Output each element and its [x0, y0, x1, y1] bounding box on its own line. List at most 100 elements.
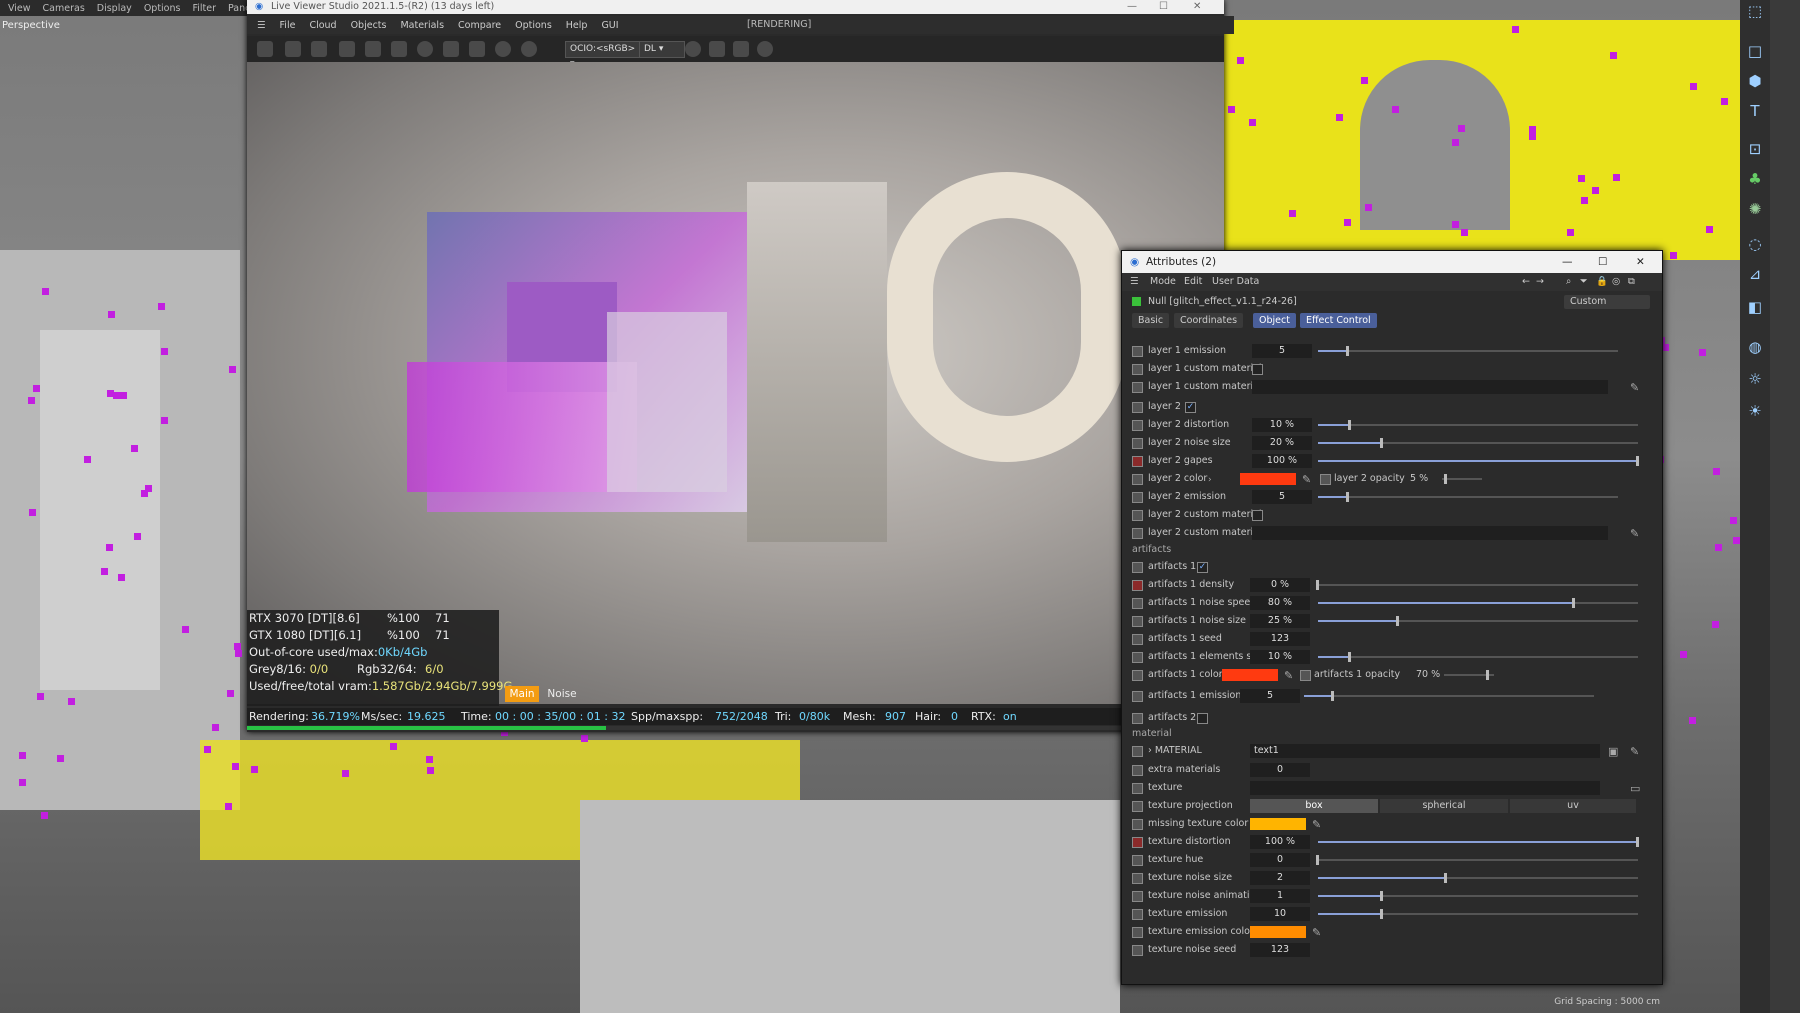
keyframe-icon[interactable] — [1132, 492, 1143, 503]
keyframe-icon[interactable] — [1132, 691, 1143, 702]
checkbox[interactable]: ✓ — [1197, 562, 1208, 573]
keyframe-icon[interactable] — [1132, 420, 1143, 431]
number-field[interactable]: 100 % — [1252, 454, 1312, 468]
slider-knob[interactable] — [1346, 492, 1349, 502]
slider-knob[interactable] — [1636, 456, 1639, 466]
checkbox[interactable] — [1197, 713, 1208, 724]
slider-knob[interactable] — [1486, 670, 1489, 680]
slider[interactable] — [1318, 420, 1638, 430]
viewport-menu-display[interactable]: Display — [97, 3, 132, 14]
light-icon[interactable]: ☼ — [1746, 370, 1764, 388]
sphere-icon[interactable] — [417, 41, 433, 57]
checkbox[interactable] — [1252, 510, 1263, 521]
deformer-icon[interactable]: ◌ — [1746, 235, 1764, 253]
view-icon[interactable]: ⬚ — [1746, 2, 1764, 20]
keyframe-icon[interactable] — [1132, 580, 1143, 591]
slider[interactable] — [1316, 855, 1638, 865]
chevron-right-icon[interactable]: › — [1208, 472, 1212, 488]
number-field[interactable]: 25 % — [1250, 614, 1310, 628]
slider[interactable] — [1442, 474, 1482, 484]
globe-icon[interactable]: ◍ — [1746, 338, 1764, 356]
slider-knob[interactable] — [1444, 474, 1447, 484]
slider[interactable] — [1318, 652, 1638, 662]
menu-materials[interactable]: Materials — [400, 20, 444, 31]
cloner-icon[interactable]: ♣ — [1746, 170, 1764, 188]
pause-icon[interactable] — [311, 41, 327, 57]
slider-knob[interactable] — [1396, 616, 1399, 626]
slider[interactable] — [1318, 492, 1618, 502]
pencil-icon[interactable]: ✎ — [1312, 817, 1321, 833]
text-icon[interactable]: T — [1746, 102, 1764, 120]
slider[interactable] — [1318, 909, 1638, 919]
color-swatch[interactable] — [1250, 926, 1306, 938]
menu-cloud[interactable]: Cloud — [309, 20, 336, 31]
slider[interactable] — [1318, 616, 1638, 626]
keyframe-icon[interactable] — [1132, 909, 1143, 920]
minimize-icon[interactable]: — — [1127, 0, 1137, 14]
tab-coordinates[interactable]: Coordinates — [1174, 313, 1244, 328]
slider[interactable] — [1304, 691, 1594, 701]
slider-knob[interactable] — [1444, 873, 1447, 883]
slider-knob[interactable] — [1316, 580, 1319, 590]
opacity-value[interactable]: 5 % — [1410, 471, 1428, 487]
menu-mode[interactable]: Mode — [1150, 273, 1176, 291]
forward-arrow-icon[interactable]: → — [1536, 273, 1544, 291]
keyframe-icon[interactable] — [1132, 713, 1143, 724]
menu-options[interactable]: Options — [515, 20, 552, 31]
snapshot-icon[interactable] — [733, 41, 749, 57]
dl-select[interactable]: DL ▾ — [639, 41, 685, 58]
keyframe-icon[interactable] — [1132, 364, 1143, 375]
opacity-value[interactable]: 70 % — [1416, 667, 1440, 683]
tab-effect-control[interactable]: Effect Control — [1300, 313, 1377, 328]
pencil-icon[interactable]: ✎ — [1630, 744, 1639, 760]
number-field[interactable]: 80 % — [1250, 596, 1310, 610]
menu-gui[interactable]: GUI — [601, 20, 618, 31]
number-field[interactable]: 10 % — [1250, 650, 1310, 664]
pencil-icon[interactable]: ✎ — [1284, 668, 1293, 684]
slider[interactable] — [1318, 456, 1639, 466]
keyframe-icon[interactable] — [1132, 616, 1143, 627]
square-icon[interactable]: □ — [1746, 42, 1764, 60]
keyframe-icon[interactable] — [1132, 562, 1143, 573]
hamburger-icon[interactable]: ☰ — [257, 20, 266, 31]
settings-icon[interactable] — [257, 41, 273, 57]
keyframe-icon[interactable] — [1132, 346, 1143, 357]
select-icon[interactable]: ⊡ — [1746, 140, 1764, 158]
preset-select[interactable]: Custom — [1564, 295, 1650, 309]
camera-icon[interactable]: ◧ — [1746, 298, 1764, 316]
keyframe-icon[interactable] — [1132, 598, 1143, 609]
slider-knob[interactable] — [1316, 855, 1319, 865]
filter-icon[interactable]: ⏷ — [1580, 273, 1588, 291]
gear-icon[interactable]: ✺ — [1746, 200, 1764, 218]
keyframe-icon[interactable] — [1132, 456, 1143, 467]
pencil-icon[interactable]: ✎ — [1302, 472, 1311, 488]
keyframe-icon[interactable] — [1300, 670, 1311, 681]
slider-knob[interactable] — [1380, 438, 1383, 448]
pick-icon[interactable] — [495, 41, 511, 57]
slider[interactable] — [1318, 891, 1638, 901]
render-viewport[interactable] — [247, 62, 1224, 704]
keyframe-icon[interactable] — [1132, 801, 1143, 812]
noise-pass-button[interactable]: Noise — [543, 686, 581, 702]
slider[interactable] — [1318, 598, 1638, 608]
keyframe-icon[interactable] — [1132, 945, 1143, 956]
link-field[interactable] — [1252, 380, 1608, 394]
number-field[interactable]: 0 — [1250, 853, 1310, 867]
keyframe-icon[interactable] — [1132, 382, 1143, 393]
tab-basic[interactable]: Basic — [1132, 313, 1170, 328]
number-field[interactable]: 20 % — [1252, 436, 1312, 450]
slider-knob[interactable] — [1348, 652, 1351, 662]
menu-file[interactable]: File — [280, 20, 296, 31]
projection-uv[interactable]: uv — [1510, 799, 1636, 813]
slider[interactable] — [1444, 670, 1494, 680]
maximize-icon[interactable]: ☐ — [1598, 251, 1607, 273]
crop-icon[interactable] — [443, 41, 459, 57]
number-field[interactable]: 2 — [1250, 871, 1310, 885]
main-pass-button[interactable]: Main — [505, 686, 539, 702]
viewport-menu-filter[interactable]: Filter — [192, 3, 216, 14]
pencil-icon[interactable]: ✎ — [1630, 526, 1639, 542]
keyframe-icon[interactable] — [1132, 438, 1143, 449]
keyframe-icon[interactable] — [1132, 528, 1143, 539]
viewport-menu-view[interactable]: View — [8, 3, 31, 14]
slider-knob[interactable] — [1380, 891, 1383, 901]
